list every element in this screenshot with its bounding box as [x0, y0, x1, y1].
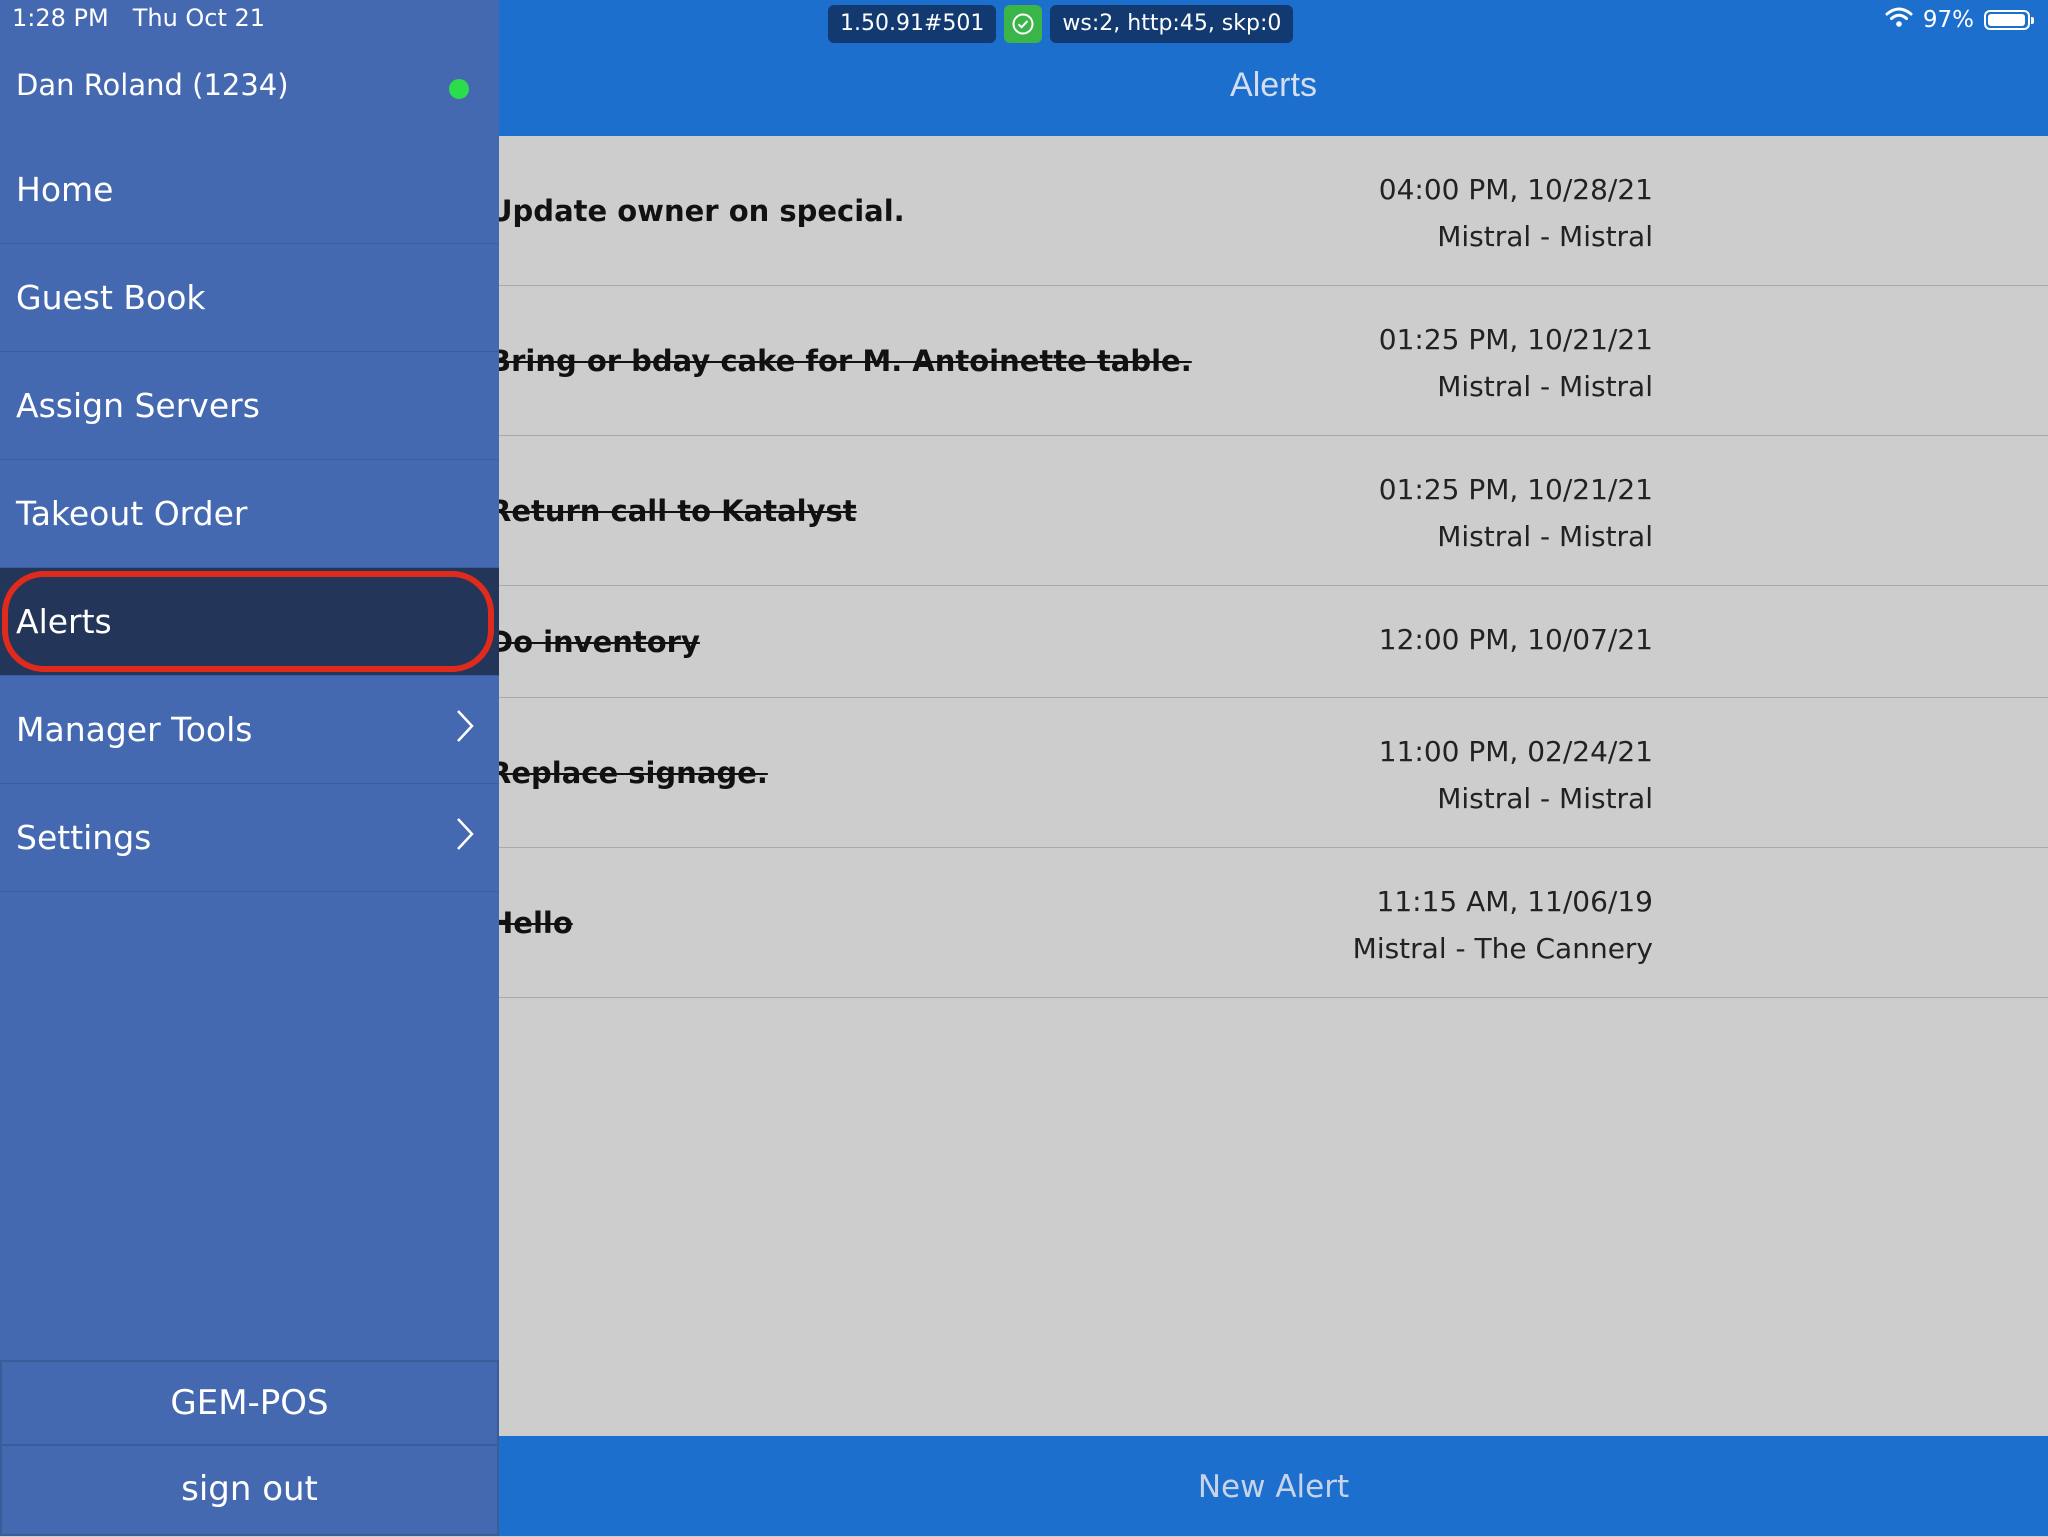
sidebar-item-takeout-order[interactable]: Takeout Order	[0, 460, 499, 568]
alert-time: 11:00 PM, 02/24/21	[1378, 735, 1653, 768]
alert-meta: 11:15 AM, 11/06/19 Mistral - The Cannery	[1353, 878, 1653, 972]
alert-title: Do inventory	[489, 624, 700, 659]
battery-percent: 97%	[1922, 7, 1974, 33]
sidebar-item-home[interactable]: Home	[0, 136, 499, 244]
sidebar-item-label: Alerts	[16, 602, 112, 641]
online-status-dot	[449, 79, 469, 99]
status-time: 1:28 PM Thu Oct 21	[12, 4, 265, 32]
check-circle-icon	[1004, 5, 1043, 43]
battery-icon	[1984, 10, 2034, 30]
version-badge: 1.50.91#501	[828, 5, 997, 43]
alert-time: 01:25 PM, 10/21/21	[1378, 473, 1653, 506]
chevron-right-icon	[455, 816, 475, 860]
sidebar-item-label: Manager Tools	[16, 710, 253, 749]
wifi-icon	[1885, 6, 1913, 34]
alert-title: Update owner on special.	[489, 193, 905, 228]
sidebar-menu: Home Guest Book Assign Servers Takeout O…	[0, 136, 499, 892]
user-row: Dan Roland (1234)	[16, 68, 469, 102]
alert-time: 04:00 PM, 10/28/21	[1378, 173, 1653, 206]
alert-meta: 11:00 PM, 02/24/21 Mistral - Mistral	[1379, 728, 1653, 822]
sidebar-item-assign-servers[interactable]: Assign Servers	[0, 352, 499, 460]
alert-row[interactable]: Do inventory 12:00 PM, 10/07/21	[489, 586, 2048, 698]
alert-time: 11:15 AM, 11/06/19	[1376, 885, 1653, 918]
alert-meta: 01:25 PM, 10/21/21 Mistral - Mistral	[1379, 466, 1653, 560]
sidebar-item-label: Home	[16, 170, 114, 209]
alert-location: Mistral - Mistral	[1437, 370, 1653, 403]
alert-meta: 12:00 PM, 10/07/21	[1379, 616, 1653, 663]
status-right: 97%	[1885, 6, 2034, 34]
sidebar-item-guest-book[interactable]: Guest Book	[0, 244, 499, 352]
alert-list: Update owner on special. 04:00 PM, 10/28/…	[489, 136, 2048, 998]
alert-row[interactable]: Replace signage. 11:00 PM, 02/24/21 Mistra…	[489, 698, 2048, 848]
sidebar: 1:28 PM Thu Oct 21 Dan Roland (1234) Hom…	[0, 0, 499, 1536]
app-name-button[interactable]: GEM-POS	[0, 1360, 499, 1446]
alert-meta: 01:25 PM, 10/21/21 Mistral - Mistral	[1379, 316, 1653, 410]
chevron-right-icon	[455, 708, 475, 752]
alert-location: Mistral - The Cannery	[1352, 932, 1653, 965]
alert-location: Mistral - Mistral	[1437, 520, 1653, 553]
new-alert-button[interactable]: New Alert	[499, 1436, 2048, 1536]
sidebar-item-label: Settings	[16, 818, 152, 857]
sidebar-item-label: Takeout Order	[16, 494, 248, 533]
stats-badge: ws:2, http:45, skp:0	[1050, 5, 1294, 43]
clock-time: 1:28 PM	[12, 4, 109, 32]
alert-location: Mistral - Mistral	[1437, 220, 1653, 253]
sidebar-item-settings[interactable]: Settings	[0, 784, 499, 892]
alert-title: Return call to Katalyst	[489, 493, 857, 528]
alert-time: 01:25 PM, 10/21/21	[1378, 323, 1653, 356]
alert-title: Hello	[489, 905, 573, 940]
user-name: Dan Roland (1234)	[16, 68, 289, 102]
sidebar-item-label: Guest Book	[16, 278, 206, 317]
debug-badges: 1.50.91#501 ws:2, http:45, skp:0	[828, 5, 1294, 43]
alert-row[interactable]: Bring or bday cake for M. Antoinette tab…	[489, 286, 2048, 436]
alert-row[interactable]: Hello 11:15 AM, 11/06/19 Mistral - The Can…	[489, 848, 2048, 998]
sidebar-item-manager-tools[interactable]: Manager Tools	[0, 676, 499, 784]
sidebar-item-alerts[interactable]: Alerts	[0, 568, 499, 676]
alert-row[interactable]: Update owner on special. 04:00 PM, 10/28/…	[489, 136, 2048, 286]
sign-out-button[interactable]: sign out	[0, 1446, 499, 1536]
sidebar-item-label: Assign Servers	[16, 386, 260, 425]
alert-row[interactable]: Return call to Katalyst 01:25 PM, 10/21/2…	[489, 436, 2048, 586]
alert-meta: 04:00 PM, 10/28/21 Mistral - Mistral	[1379, 166, 1653, 260]
alert-time: 12:00 PM, 10/07/21	[1378, 623, 1653, 656]
alert-title: Replace signage.	[489, 755, 768, 790]
alert-location: Mistral - Mistral	[1437, 782, 1653, 815]
alert-title: Bring or bday cake for M. Antoinette tab…	[489, 343, 1192, 378]
clock-date: Thu Oct 21	[132, 4, 266, 32]
